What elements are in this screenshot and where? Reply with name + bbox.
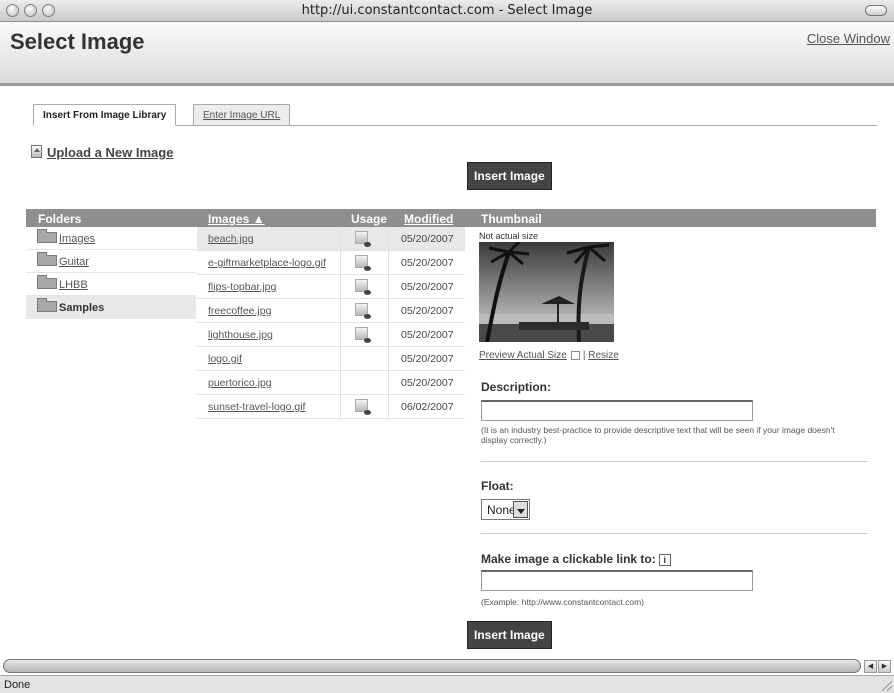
image-row[interactable]: freecoffee.jpg 05/20/2007 <box>197 299 465 323</box>
divider <box>481 533 868 534</box>
thumbnail-image <box>479 242 614 342</box>
image-name-link[interactable]: beach.jpg <box>208 233 254 245</box>
image-date: 05/20/2007 <box>401 233 454 245</box>
horizontal-scrollbar[interactable] <box>3 659 861 673</box>
resize-grip-icon[interactable] <box>882 681 892 691</box>
usage-view-icon[interactable] <box>355 279 371 295</box>
float-label: Float: <box>481 479 514 493</box>
float-select[interactable]: None <box>481 499 530 520</box>
image-name-link[interactable]: sunset-travel-logo.gif <box>208 401 305 413</box>
image-name-link[interactable]: lighthouse.jpg <box>208 329 273 341</box>
image-name-link[interactable]: flips-topbar.jpg <box>208 281 276 293</box>
folder-item-samples[interactable]: Samples <box>26 296 196 319</box>
link-separator: | <box>582 350 586 361</box>
folder-label: Images <box>59 233 96 245</box>
toolbar-toggle-button[interactable] <box>865 5 887 16</box>
header-modified-sort[interactable]: Modified <box>404 212 453 226</box>
float-selected-value: None <box>487 503 516 517</box>
resize-link[interactable]: Resize <box>588 350 619 361</box>
image-row[interactable]: beach.jpg 05/20/2007 <box>197 227 465 251</box>
page-title: Select Image <box>10 29 145 54</box>
usage-view-icon[interactable] <box>355 327 371 343</box>
divider <box>481 461 868 462</box>
link-label-text: Make image a clickable link to: <box>481 552 656 566</box>
scroll-left-arrow-icon[interactable]: ◀ <box>864 660 877 673</box>
header-images-sort[interactable]: Images ▲ <box>208 212 265 226</box>
preview-actual-size-link[interactable]: Preview Actual Size <box>479 350 567 361</box>
link-label: Make image a clickable link to: i <box>481 552 671 566</box>
folder-icon <box>37 275 57 289</box>
usage-view-icon[interactable] <box>355 255 371 271</box>
header-folders: Folders <box>38 212 82 226</box>
link-hint: (Example: http://www.constantcontact.com… <box>481 597 644 607</box>
header-usage: Usage <box>351 212 388 226</box>
image-row[interactable]: sunset-travel-logo.gif 06/02/2007 <box>197 395 465 419</box>
image-date: 05/20/2007 <box>401 281 454 293</box>
image-date: 05/20/2007 <box>401 257 454 269</box>
insert-image-button-bottom[interactable]: Insert Image <box>467 621 552 649</box>
image-list: beach.jpg 05/20/2007 e-giftmarketplace-l… <box>197 227 465 419</box>
folder-icon <box>37 252 57 266</box>
link-url-input[interactable] <box>481 570 753 591</box>
status-bar: Done <box>0 675 894 693</box>
description-hint: (It is an industry best-practice to prov… <box>481 425 835 445</box>
image-name-link[interactable]: logo.gif <box>208 353 242 365</box>
description-input[interactable] <box>481 400 753 421</box>
scroll-right-arrow-icon[interactable]: ▶ <box>878 660 891 673</box>
folder-label: LHBB <box>59 279 88 291</box>
image-date: 06/02/2007 <box>401 401 454 413</box>
image-name-link[interactable]: freecoffee.jpg <box>208 305 271 317</box>
window-titlebar: http://ui.constantcontact.com - Select I… <box>0 0 894 22</box>
description-label: Description: <box>481 380 552 394</box>
image-date: 05/20/2007 <box>401 353 454 365</box>
usage-view-icon[interactable] <box>355 303 371 319</box>
folder-icon <box>37 229 57 243</box>
upload-label: Upload a New Image <box>47 145 174 160</box>
info-icon[interactable]: i <box>658 553 671 566</box>
header-thumbnail: Thumbnail <box>481 212 542 226</box>
upload-icon <box>31 145 42 158</box>
image-row[interactable]: logo.gif 05/20/2007 <box>197 347 465 371</box>
usage-view-icon[interactable] <box>355 399 371 415</box>
image-name-link[interactable]: e-giftmarketplace-logo.gif <box>208 257 326 269</box>
tab-insert-from-library[interactable]: Insert From Image Library <box>33 104 177 126</box>
preview-links: Preview Actual Size | Resize <box>479 350 619 361</box>
folder-label: Samples <box>59 302 105 314</box>
table-header: Folders Images ▲ Usage Modified Thumbnai… <box>26 209 876 227</box>
folder-item-guitar[interactable]: Guitar <box>26 250 196 273</box>
upload-new-image-link[interactable]: Upload a New Image <box>31 145 173 160</box>
image-date: 05/20/2007 <box>401 377 454 389</box>
folder-item-images[interactable]: Images <box>26 227 196 250</box>
open-folder-icon <box>37 298 57 312</box>
close-window-link[interactable]: Close Window <box>807 31 890 46</box>
usage-view-icon[interactable] <box>355 231 371 247</box>
folder-item-lhbb[interactable]: LHBB <box>26 273 196 296</box>
insert-image-button-top[interactable]: Insert Image <box>467 162 552 190</box>
image-date: 05/20/2007 <box>401 305 454 317</box>
external-window-icon <box>570 350 580 360</box>
window-title: http://ui.constantcontact.com - Select I… <box>301 3 593 18</box>
image-row[interactable]: e-giftmarketplace-logo.gif 05/20/2007 <box>197 251 465 275</box>
image-date: 05/20/2007 <box>401 329 454 341</box>
image-row[interactable]: puertorico.jpg 05/20/2007 <box>197 371 465 395</box>
chevron-down-icon <box>513 501 528 518</box>
folder-label: Guitar <box>59 256 89 268</box>
image-row[interactable]: flips-topbar.jpg 05/20/2007 <box>197 275 465 299</box>
thumbnail-caption: Not actual size <box>479 231 539 241</box>
folder-list: Images Guitar LHBB Samples <box>26 227 196 319</box>
image-name-link[interactable]: puertorico.jpg <box>208 377 272 389</box>
status-text: Done <box>4 679 31 691</box>
image-row[interactable]: lighthouse.jpg 05/20/2007 <box>197 323 465 347</box>
tab-enter-image-url[interactable]: Enter Image URL <box>193 104 291 126</box>
